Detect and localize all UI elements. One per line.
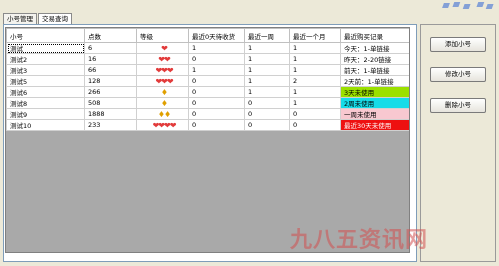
pending-receipt-cell: 0 bbox=[188, 119, 245, 131]
account-name-cell: 测试10 bbox=[6, 119, 85, 131]
account-name-cell: 测试9 bbox=[6, 108, 85, 120]
last-week-cell: 0 bbox=[244, 97, 290, 109]
account-name-cell: 测试3 bbox=[6, 64, 85, 76]
delete-account-button[interactable]: 删除小号 bbox=[430, 98, 486, 113]
column-header[interactable]: 最近一周 bbox=[244, 28, 290, 43]
points-cell: 16 bbox=[84, 53, 137, 65]
grid-header-row: 小号 点数 等级 最近0天待收货 最近一周 最近一个月 最近购买记录 bbox=[6, 28, 409, 43]
tab-bar: 小号管理 交易查询 bbox=[3, 13, 73, 24]
accounts-grid[interactable]: 小号 点数 等级 最近0天待收货 最近一周 最近一个月 最近购买记录 测试 6 ❤ 1 1 1 今天：1… bbox=[5, 27, 410, 253]
account-name-cell: 测试8 bbox=[6, 97, 85, 109]
last-month-cell: 0 bbox=[289, 108, 341, 120]
last-week-cell: 1 bbox=[244, 75, 290, 87]
last-week-cell: 0 bbox=[244, 108, 290, 120]
watermark-text: 九八五资讯网 bbox=[290, 228, 429, 253]
last-purchase-cell: 前天：1-单链接 bbox=[340, 64, 409, 76]
points-cell: 66 bbox=[84, 64, 137, 76]
last-week-cell: 1 bbox=[244, 42, 290, 54]
pending-receipt-cell: 0 bbox=[188, 97, 245, 109]
level-cell: ❤❤❤❤ bbox=[136, 119, 189, 131]
table-row[interactable]: 测试 6 ❤ 1 1 1 今天：1-单链接 bbox=[6, 42, 409, 54]
last-month-cell: 1 bbox=[289, 64, 341, 76]
last-purchase-cell: 最近30天未使用 bbox=[340, 119, 409, 131]
last-week-cell: 1 bbox=[244, 86, 290, 98]
pending-receipt-cell: 0 bbox=[188, 75, 245, 87]
pending-receipt-cell: 1 bbox=[188, 64, 245, 76]
last-week-cell: 0 bbox=[244, 119, 290, 131]
account-name-cell: 测试6 bbox=[6, 86, 85, 98]
last-month-cell: 1 bbox=[289, 53, 341, 65]
add-account-button[interactable]: 添加小号 bbox=[430, 37, 486, 52]
last-purchase-cell: 昨天：2-20链接 bbox=[340, 53, 409, 65]
decorative-tiles-icon bbox=[442, 2, 494, 9]
table-row[interactable]: 测试9 1888 ♦♦ 0 0 0 一周未使用 bbox=[6, 108, 409, 120]
column-header[interactable]: 最近一个月 bbox=[289, 28, 341, 43]
points-cell: 233 bbox=[84, 119, 137, 131]
table-row[interactable]: 测试6 266 ♦ 0 1 1 3天未使用 bbox=[6, 86, 409, 98]
last-purchase-cell: 3天未使用 bbox=[340, 86, 409, 98]
table-row[interactable]: 测试8 508 ♦ 0 0 1 2周未使用 bbox=[6, 97, 409, 109]
column-header[interactable]: 小号 bbox=[6, 28, 85, 43]
points-cell: 128 bbox=[84, 75, 137, 87]
pending-receipt-cell: 0 bbox=[188, 53, 245, 65]
level-cell: ♦♦ bbox=[136, 108, 189, 120]
pending-receipt-cell: 0 bbox=[188, 108, 245, 120]
column-header[interactable]: 最近购买记录 bbox=[340, 28, 409, 43]
account-name-cell: 测试 bbox=[6, 42, 85, 54]
side-panel bbox=[420, 24, 496, 262]
last-purchase-cell: 2周未使用 bbox=[340, 97, 409, 109]
edit-account-button[interactable]: 修改小号 bbox=[430, 67, 486, 82]
last-month-cell: 1 bbox=[289, 97, 341, 109]
last-week-cell: 1 bbox=[244, 64, 290, 76]
tab-transaction-query[interactable]: 交易查询 bbox=[38, 13, 72, 24]
points-cell: 1888 bbox=[84, 108, 137, 120]
points-cell: 6 bbox=[84, 42, 137, 54]
pending-receipt-cell: 1 bbox=[188, 42, 245, 54]
level-cell: ❤❤❤ bbox=[136, 75, 189, 87]
last-month-cell: 1 bbox=[289, 86, 341, 98]
level-cell: ♦ bbox=[136, 86, 189, 98]
table-row[interactable]: 测试10 233 ❤❤❤❤ 0 0 0 最近30天未使用 bbox=[6, 119, 409, 131]
column-header[interactable]: 等级 bbox=[136, 28, 189, 43]
table-row[interactable]: 测试3 66 ❤❤❤ 1 1 1 前天：1-单链接 bbox=[6, 64, 409, 76]
points-cell: 508 bbox=[84, 97, 137, 109]
level-cell: ❤ bbox=[136, 42, 189, 54]
account-name-cell: 测试2 bbox=[6, 53, 85, 65]
points-cell: 266 bbox=[84, 86, 137, 98]
tab-small-account-management[interactable]: 小号管理 bbox=[3, 13, 37, 24]
last-month-cell: 2 bbox=[289, 75, 341, 87]
last-purchase-cell: 今天：1-单链接 bbox=[340, 42, 409, 54]
level-cell: ❤❤ bbox=[136, 53, 189, 65]
last-purchase-cell: 2天前：1-单链接 bbox=[340, 75, 409, 87]
last-purchase-cell: 一周未使用 bbox=[340, 108, 409, 120]
pending-receipt-cell: 0 bbox=[188, 86, 245, 98]
account-name-cell: 测试5 bbox=[6, 75, 85, 87]
last-month-cell: 0 bbox=[289, 119, 341, 131]
level-cell: ❤❤❤ bbox=[136, 64, 189, 76]
last-week-cell: 1 bbox=[244, 53, 290, 65]
column-header[interactable]: 点数 bbox=[84, 28, 137, 43]
level-cell: ♦ bbox=[136, 97, 189, 109]
last-month-cell: 1 bbox=[289, 42, 341, 54]
table-row[interactable]: 测试2 16 ❤❤ 0 1 1 昨天：2-20链接 bbox=[6, 53, 409, 65]
table-row[interactable]: 测试5 128 ❤❤❤ 0 1 2 2天前：1-单链接 bbox=[6, 75, 409, 87]
column-header[interactable]: 最近0天待收货 bbox=[188, 28, 245, 43]
